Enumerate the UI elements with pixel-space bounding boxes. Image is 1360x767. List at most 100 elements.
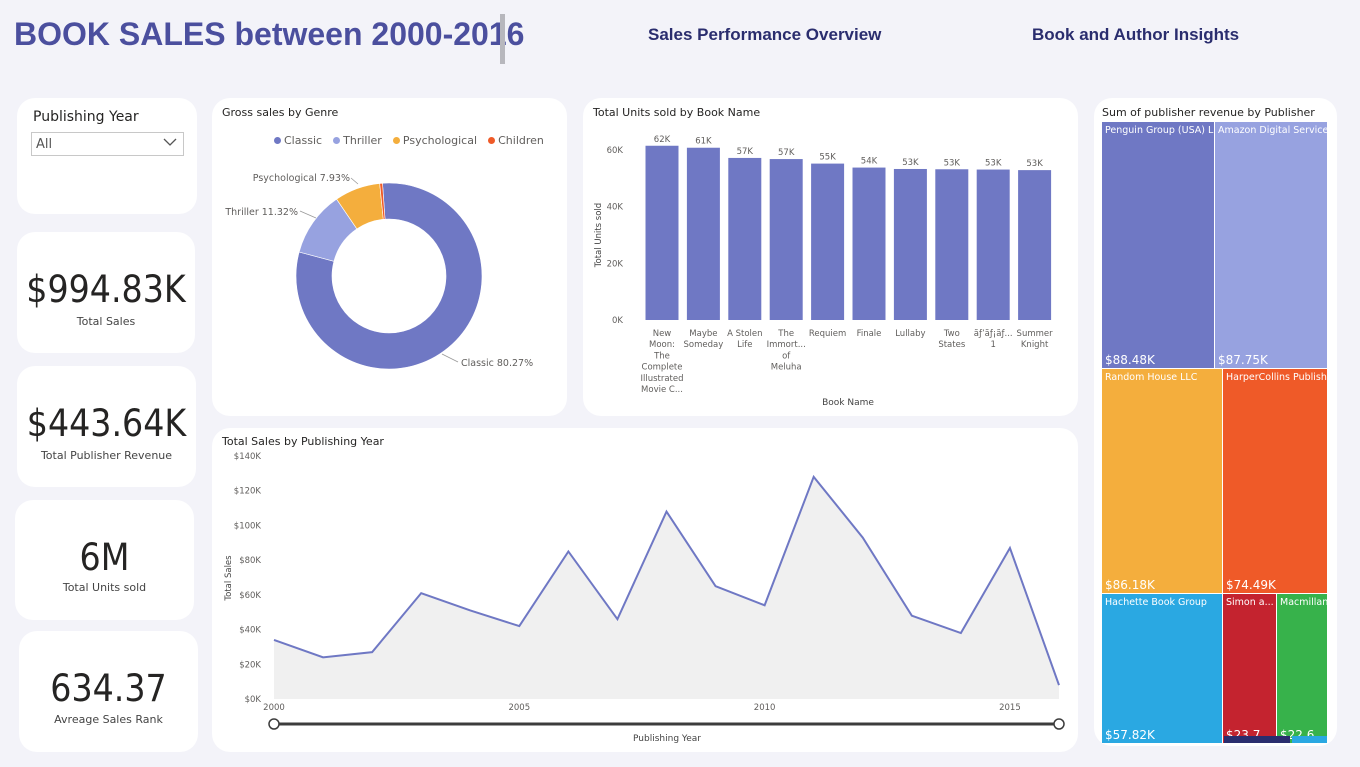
x-tick-label: 2005 xyxy=(508,703,530,713)
treemap-cell-value: $57.82K xyxy=(1105,728,1155,742)
y-tick-label: $100K xyxy=(234,521,262,531)
y-tick-label: $20K xyxy=(239,660,261,670)
bar[interactable] xyxy=(645,145,679,320)
kpi-card-total-sales: $994.83K Total Sales xyxy=(17,232,195,353)
bar-data-label: 53K xyxy=(944,158,961,168)
treemap-cell[interactable]: Penguin Group (USA) LLC $88.48K xyxy=(1102,122,1215,369)
x-tick-label: The Immort... of Meluha xyxy=(767,329,806,373)
y-tick-label: $60K xyxy=(239,591,261,601)
nav-book-and-author-insights[interactable]: Book and Author Insights xyxy=(1032,25,1239,45)
treemap-cell[interactable]: Random House LLC $86.18K xyxy=(1102,369,1223,594)
treemap-cell-value: $88.48K xyxy=(1105,353,1155,367)
y-tick-label: $120K xyxy=(234,487,262,497)
treemap-cell-name: Macmillan xyxy=(1280,597,1328,608)
genre-donut-card: Gross sales by Genre Classic Thriller Ps… xyxy=(212,98,567,416)
publishing-year-dropdown[interactable]: All xyxy=(31,132,184,156)
bar[interactable] xyxy=(811,163,845,320)
kpi-label: Total Sales xyxy=(76,315,136,328)
nav-sales-performance-overview[interactable]: Sales Performance Overview xyxy=(648,25,881,45)
slider-handle-start[interactable] xyxy=(268,718,280,730)
donut-data-label: Psychological 7.93% xyxy=(253,173,350,184)
chart-title: Sum of publisher revenue by Publisher xyxy=(1102,106,1315,119)
chevron-down-icon xyxy=(163,136,177,150)
treemap-cell[interactable]: Macmillan $22.6... xyxy=(1277,594,1328,744)
y-tick-label: 60K xyxy=(607,146,624,156)
x-tick-label: 2010 xyxy=(754,703,776,713)
kpi-card-total-units-sold: 6M Total Units sold xyxy=(15,500,194,620)
bar-data-label: 57K xyxy=(778,148,795,158)
units-by-book-card: Total Units sold by Book Name 0K 20K 40K 60… xyxy=(583,98,1078,416)
kpi-card-average-sales-rank: 634.37 Avreage Sales Rank xyxy=(19,631,198,752)
genre-donut-chart[interactable]: Classic 80.27% Thriller 11.32% Psychologic… xyxy=(212,98,567,416)
treemap-cell-value: $87.75K xyxy=(1218,353,1268,367)
x-tick-label: New Moon: The Complete Illustrated Movie C... xyxy=(640,329,683,395)
title-divider xyxy=(500,14,505,64)
bar[interactable] xyxy=(728,157,762,320)
y-axis-title: Total Sales xyxy=(224,555,234,602)
bar-data-label: 53K xyxy=(985,159,1002,169)
bar[interactable] xyxy=(852,167,886,320)
kpi-label: Avreage Sales Rank xyxy=(54,713,163,726)
treemap-cell-small[interactable] xyxy=(1224,736,1290,743)
x-tick-label: Two States xyxy=(938,329,965,350)
treemap-cell-name: Hachette Book Group xyxy=(1105,597,1207,608)
units-by-book-chart[interactable]: 0K 20K 40K 60K Total Units sold 62K New Moon: Th… xyxy=(583,98,1078,416)
dropdown-value: All xyxy=(36,137,53,152)
donut-data-label: Classic 80.27% xyxy=(461,358,533,369)
slicer-title: Publishing Year xyxy=(33,109,139,125)
bar[interactable] xyxy=(976,169,1010,320)
y-tick-label: 0K xyxy=(612,316,623,326)
label-leader-line xyxy=(441,353,459,363)
bar-data-label: 62K xyxy=(654,135,671,145)
treemap-cell-small[interactable] xyxy=(1292,736,1327,743)
x-tick-label: Requiem xyxy=(809,329,846,339)
bar[interactable] xyxy=(893,168,927,320)
y-tick-label: 20K xyxy=(607,259,624,269)
publisher-revenue-card: Sum of publisher revenue by Publisher Pe… xyxy=(1094,98,1337,746)
x-tick-label: Lullaby xyxy=(895,329,925,339)
treemap-cell[interactable]: HarperCollins Publish... $74.49K xyxy=(1223,369,1328,594)
x-tick-label: Finale xyxy=(857,329,882,339)
bar-data-label: 53K xyxy=(902,158,919,168)
x-tick-label: A Stolen Life xyxy=(727,329,762,350)
bar[interactable] xyxy=(935,169,969,320)
bar[interactable] xyxy=(769,159,803,320)
bar-data-label: 53K xyxy=(1026,159,1043,169)
y-tick-label: $80K xyxy=(239,556,261,566)
treemap-cell-value: $86.18K xyxy=(1105,578,1155,592)
bar-data-label: 54K xyxy=(861,157,878,167)
bar-data-label: 61K xyxy=(695,137,712,147)
bar[interactable] xyxy=(1018,170,1052,320)
treemap-cell[interactable]: Hachette Book Group $57.82K xyxy=(1102,594,1223,744)
treemap-cell-name: Penguin Group (USA) LLC xyxy=(1105,125,1215,136)
donut-data-label: Thriller 11.32% xyxy=(224,207,298,218)
y-tick-label: $40K xyxy=(239,626,261,636)
slider-handle-end[interactable] xyxy=(1053,718,1065,730)
x-axis-title: Book Name xyxy=(822,398,874,408)
y-tick-label: $140K xyxy=(234,452,262,462)
x-tick-label: 2000 xyxy=(263,703,285,713)
sales-by-year-chart[interactable]: $0K $20K $40K $60K $80K $100K $120K $140K Total … xyxy=(212,428,1078,752)
publishing-year-slicer: Publishing Year All xyxy=(17,98,197,214)
y-tick-label: 40K xyxy=(607,203,624,213)
y-axis-title: Total Units sold xyxy=(594,203,604,268)
treemap-cell-name: HarperCollins Publish... xyxy=(1226,372,1328,383)
x-tick-label: ãƒ’ãƒ¡ãƒ... 1 xyxy=(974,329,1013,350)
kpi-value: 6M xyxy=(79,536,130,579)
sales-by-year-card: Total Sales by Publishing Year $0K $20K $4… xyxy=(212,428,1078,752)
x-tick-label: 2015 xyxy=(999,703,1021,713)
publisher-revenue-treemap[interactable]: Penguin Group (USA) LLC $88.48K Amazon Dig… xyxy=(1102,122,1328,744)
y-tick-label: $0K xyxy=(245,695,262,705)
treemap-cell[interactable]: Simon a... $23.7... xyxy=(1223,594,1277,744)
treemap-cell-name: Random House LLC xyxy=(1105,372,1198,383)
kpi-value: 634.37 xyxy=(50,667,167,710)
bar-data-label: 55K xyxy=(819,153,836,163)
bar[interactable] xyxy=(686,147,720,320)
treemap-cell-value: $74.49K xyxy=(1226,578,1276,592)
treemap-cell-name: Amazon Digital Service... xyxy=(1218,125,1328,136)
x-tick-label: Summer Knight xyxy=(1017,329,1054,350)
page-title: BOOK SALES between 2000-2016 xyxy=(14,16,525,52)
x-axis-title: Publishing Year xyxy=(633,734,701,744)
bar-data-label: 57K xyxy=(737,147,754,157)
treemap-cell[interactable]: Amazon Digital Service... $87.75K xyxy=(1215,122,1328,369)
